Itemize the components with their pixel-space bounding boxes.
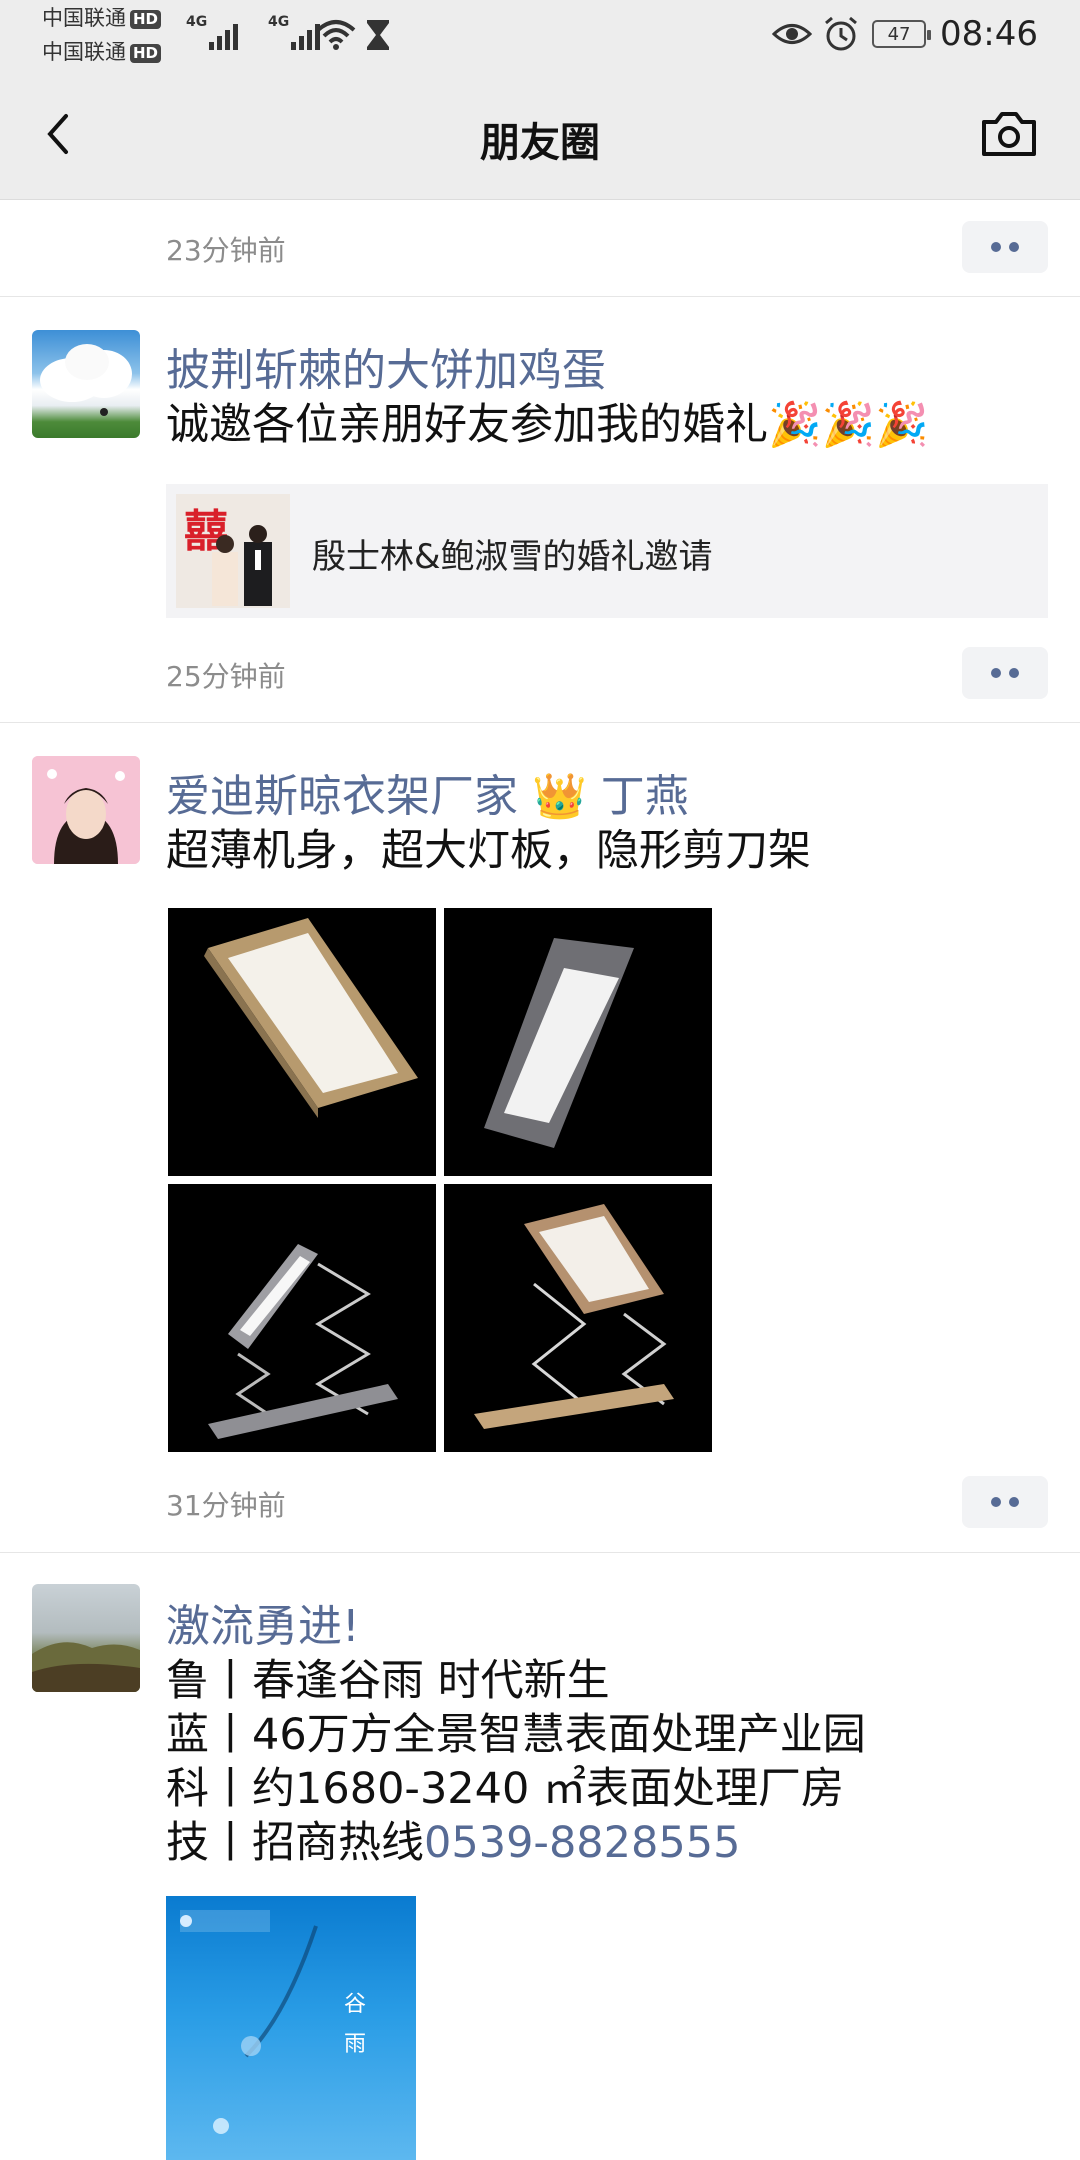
battery-icon: 47 — [872, 20, 932, 48]
avatar[interactable] — [32, 330, 140, 438]
post-photo[interactable] — [444, 1184, 712, 1452]
poster-char: 谷雨 — [344, 1992, 366, 2057]
phone-link[interactable]: 0539-8828555 — [424, 1818, 740, 1868]
post-text-line: 科丨约1680-3240 ㎡表面处理厂房 — [166, 1764, 845, 1814]
avatar[interactable] — [32, 1584, 140, 1692]
more-button[interactable] — [962, 1476, 1048, 1528]
post-text: 超薄机身，超大灯板，隐形剪刀架 — [166, 826, 811, 876]
status-bar: 中国联通 HD 中国联通 HD 4G 4G 47 08:46 — [0, 0, 1080, 68]
camera-icon[interactable] — [980, 108, 1038, 160]
post-author[interactable]: 披荆斩棘的大饼加鸡蛋 — [166, 334, 606, 398]
divider — [0, 296, 1080, 297]
avatar[interactable] — [32, 756, 140, 864]
signal-icon: 4G — [268, 14, 323, 50]
post-time: 31分钟前 — [166, 1489, 286, 1522]
post-photo[interactable] — [168, 1184, 436, 1452]
eye-icon — [772, 24, 813, 44]
alarm-icon — [825, 16, 857, 51]
post-photo[interactable] — [168, 908, 436, 1176]
post-photo[interactable] — [444, 908, 712, 1176]
post-photo[interactable]: 谷雨 — [166, 1896, 416, 2160]
post-time: 25分钟前 — [166, 660, 286, 693]
share-card[interactable]: 囍 殷士林&鲍淑雪的婚礼邀请 — [166, 484, 1048, 618]
more-button[interactable] — [962, 221, 1048, 273]
post-author[interactable]: 爱迪斯晾衣架厂家 👑 丁燕 — [166, 760, 689, 824]
post-text-line: 技丨招商热线0539-8828555 — [166, 1818, 741, 1868]
divider — [0, 1552, 1080, 1553]
post-text-line: 鲁丨春逢谷雨 时代新生 — [166, 1656, 610, 1706]
more-button[interactable] — [962, 647, 1048, 699]
post-author[interactable]: 激流勇进! — [166, 1590, 360, 1654]
hourglass-icon — [367, 20, 389, 50]
carrier-2: 中国联通 HD — [42, 40, 162, 64]
post-time: 23分钟前 — [166, 234, 286, 267]
divider — [0, 722, 1080, 723]
page-title: 朋友圈 — [480, 120, 600, 166]
nav-bar: 朋友圈 — [0, 68, 1080, 200]
share-title: 殷士林&鲍淑雪的婚礼邀请 — [312, 537, 713, 577]
clock: 08:46 — [940, 14, 1038, 54]
carrier-1: 中国联通 HD — [42, 6, 162, 30]
post-text: 诚邀各位亲朋好友参加我的婚礼🎉🎉🎉 — [166, 400, 929, 450]
signal-icon: 4G — [186, 14, 241, 50]
share-thumbnail: 囍 — [176, 494, 290, 608]
post-text-line: 蓝丨46万方全景智慧表面处理产业园 — [166, 1710, 866, 1760]
wifi-icon — [316, 20, 356, 50]
